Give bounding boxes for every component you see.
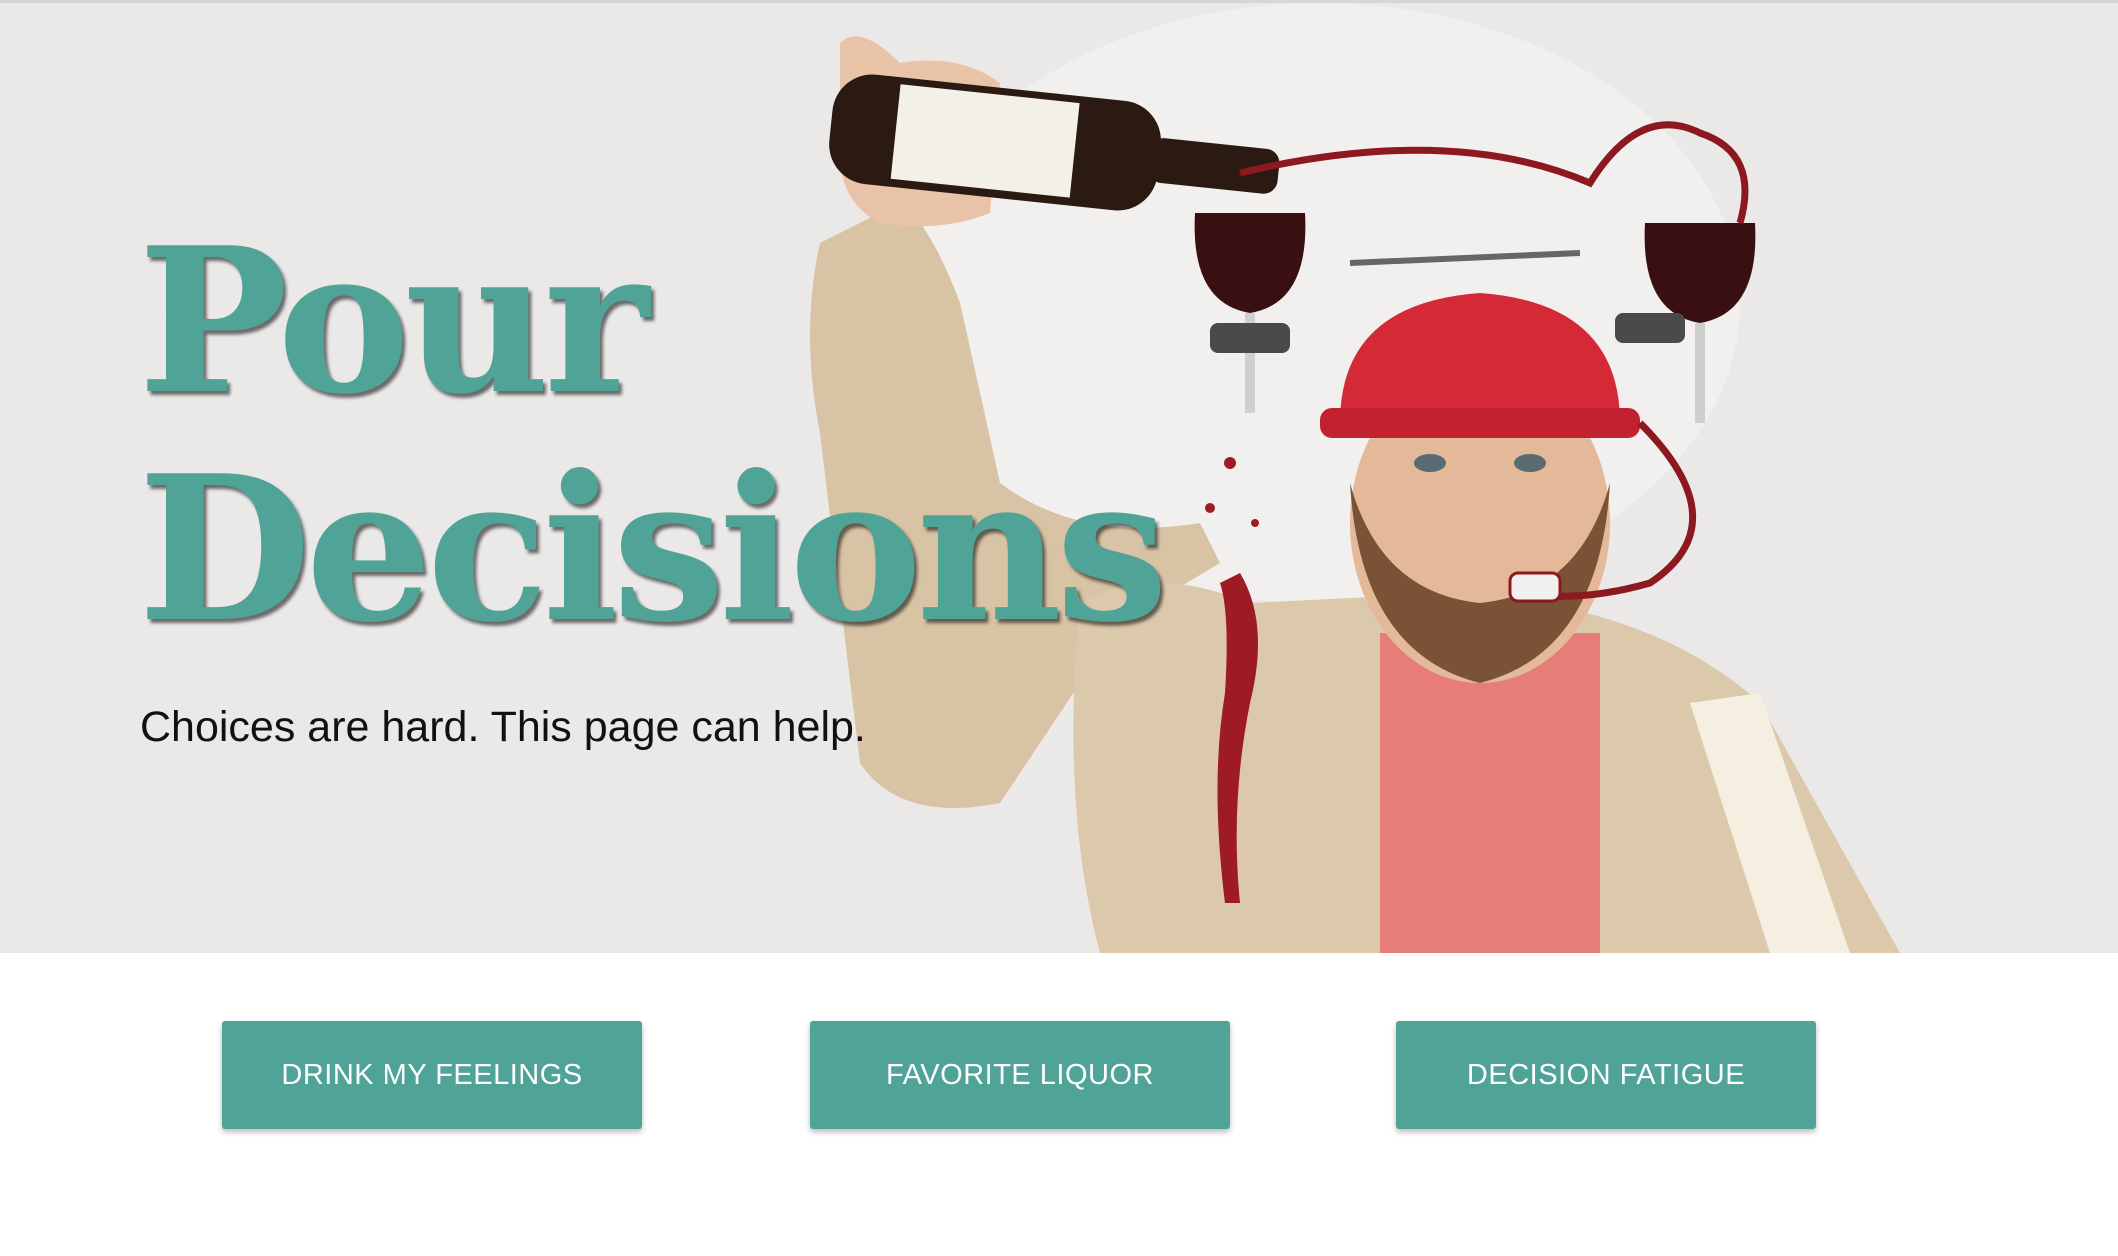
page: Pour Decisions Choices are hard. This pa… xyxy=(0,0,2118,1256)
hero-tagline: Choices are hard. This page can help. xyxy=(140,703,866,751)
hero-section: Pour Decisions Choices are hard. This pa… xyxy=(0,3,2118,953)
drink-my-feelings-button[interactable]: DRINK MY FEELINGS xyxy=(222,1021,642,1129)
decision-fatigue-button[interactable]: DECISION FATIGUE xyxy=(1396,1021,1816,1129)
hero-title-line-1: Pour xyxy=(138,204,649,439)
choice-buttons: DRINK MY FEELINGS FAVORITE LIQUOR DECISI… xyxy=(0,953,2118,1256)
favorite-liquor-button[interactable]: FAVORITE LIQUOR xyxy=(810,1021,1230,1129)
hero-title: Pour Decisions xyxy=(138,204,1168,667)
hero-title-line-2: Decisions xyxy=(138,432,1168,667)
